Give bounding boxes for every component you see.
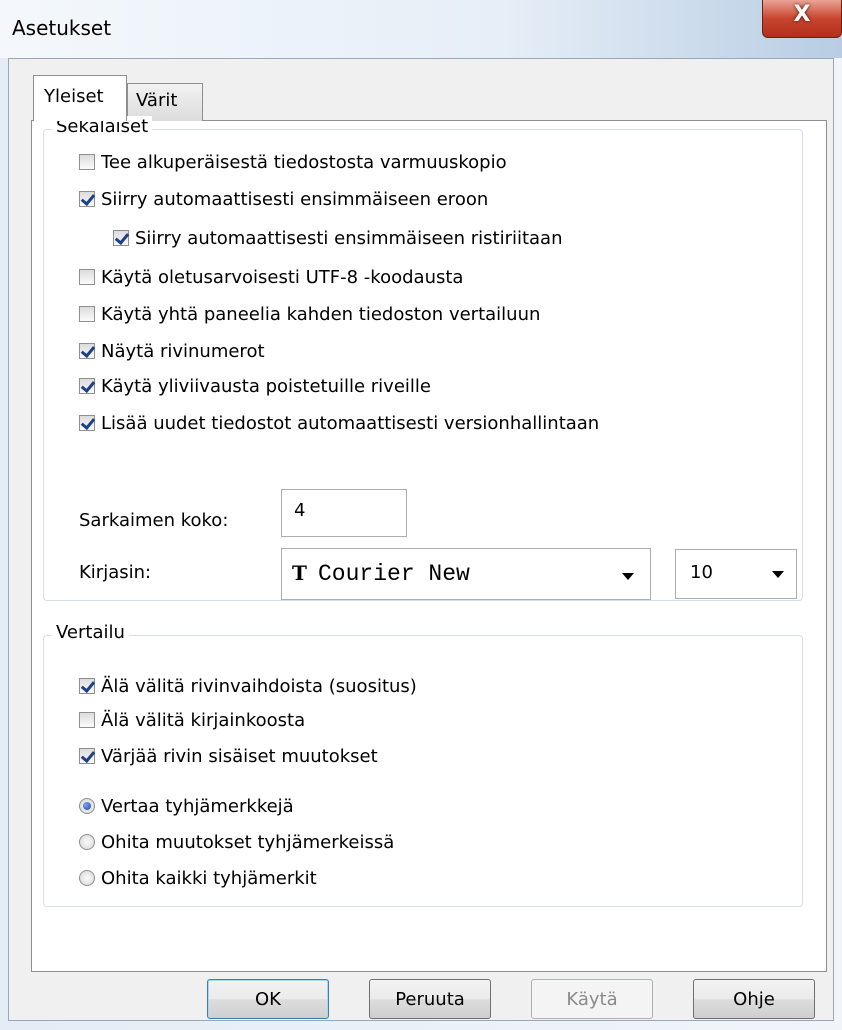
checkbox-box — [79, 306, 95, 322]
backup-original-checkbox[interactable]: Tee alkuperäisestä tiedostosta varmuusko… — [79, 149, 507, 175]
window-title: Asetukset — [12, 16, 112, 40]
checkbox-box — [79, 378, 95, 394]
font-size-select[interactable]: 10 — [675, 549, 797, 599]
checkbox-label: Lisää uudet tiedostot automaattisesti ve… — [101, 412, 600, 434]
chevron-down-icon — [622, 573, 634, 580]
checkbox-label: Siirry automaattisesti ensimmäiseen eroo… — [101, 188, 489, 210]
checkbox-label: Siirry automaattisesti ensimmäiseen rist… — [135, 227, 563, 249]
close-button[interactable]: X — [762, 0, 842, 38]
single-pane-checkbox[interactable]: Käytä yhtä paneelia kahden tiedoston ver… — [79, 301, 540, 327]
truetype-font-icon: T — [292, 561, 307, 585]
checkbox-label: Tee alkuperäisestä tiedostosta varmuusko… — [101, 151, 507, 173]
tab-size-input[interactable]: 4 — [281, 489, 407, 537]
auto-add-vcs-checkbox[interactable]: Lisää uudet tiedostot automaattisesti ve… — [79, 410, 599, 436]
tab-size-value: 4 — [294, 500, 306, 521]
font-size-value: 10 — [690, 562, 713, 583]
goto-first-conflict-checkbox[interactable]: Siirry automaattisesti ensimmäiseen rist… — [113, 225, 563, 251]
checkbox-label: Käytä oletusarvoisesti UTF-8 -koodausta — [101, 266, 464, 288]
checkbox-label: Käytä yhtä paneelia kahden tiedoston ver… — [101, 303, 541, 325]
strikethrough-deleted-checkbox[interactable]: Käytä yliviivausta poistetuille riveille — [79, 373, 431, 399]
checkbox-box — [79, 415, 95, 431]
show-line-numbers-checkbox[interactable]: Näytä rivinumerot — [79, 338, 265, 364]
checkbox-label: Näytä rivinumerot — [101, 340, 265, 362]
checkbox-box — [79, 269, 95, 285]
tab-size-label: Sarkaimen koko: — [79, 510, 229, 531]
close-icon: X — [793, 2, 811, 27]
font-family-select[interactable]: T Courier New — [281, 548, 651, 600]
font-family-value: Courier New — [318, 561, 470, 587]
checkbox-box — [113, 230, 129, 246]
chevron-down-icon — [772, 571, 784, 578]
goto-first-diff-checkbox[interactable]: Siirry automaattisesti ensimmäiseen eroo… — [79, 186, 488, 212]
dialog-client-area: Yleiset Värit Sekalaiset Tee alkuperäise… — [8, 58, 834, 1021]
font-label: Kirjasin: — [79, 562, 152, 583]
checkbox-box — [79, 191, 95, 207]
dialog-frame: Yleiset Värit Sekalaiset Tee alkuperäise… — [0, 58, 842, 1030]
checkbox-label: Käytä yliviivausta poistetuille riveille — [101, 375, 431, 397]
utf8-default-checkbox[interactable]: Käytä oletusarvoisesti UTF-8 -koodausta — [79, 264, 463, 290]
checkbox-box — [79, 343, 95, 359]
checkbox-box — [79, 154, 95, 170]
title-bar: Asetukset X — [0, 0, 842, 58]
